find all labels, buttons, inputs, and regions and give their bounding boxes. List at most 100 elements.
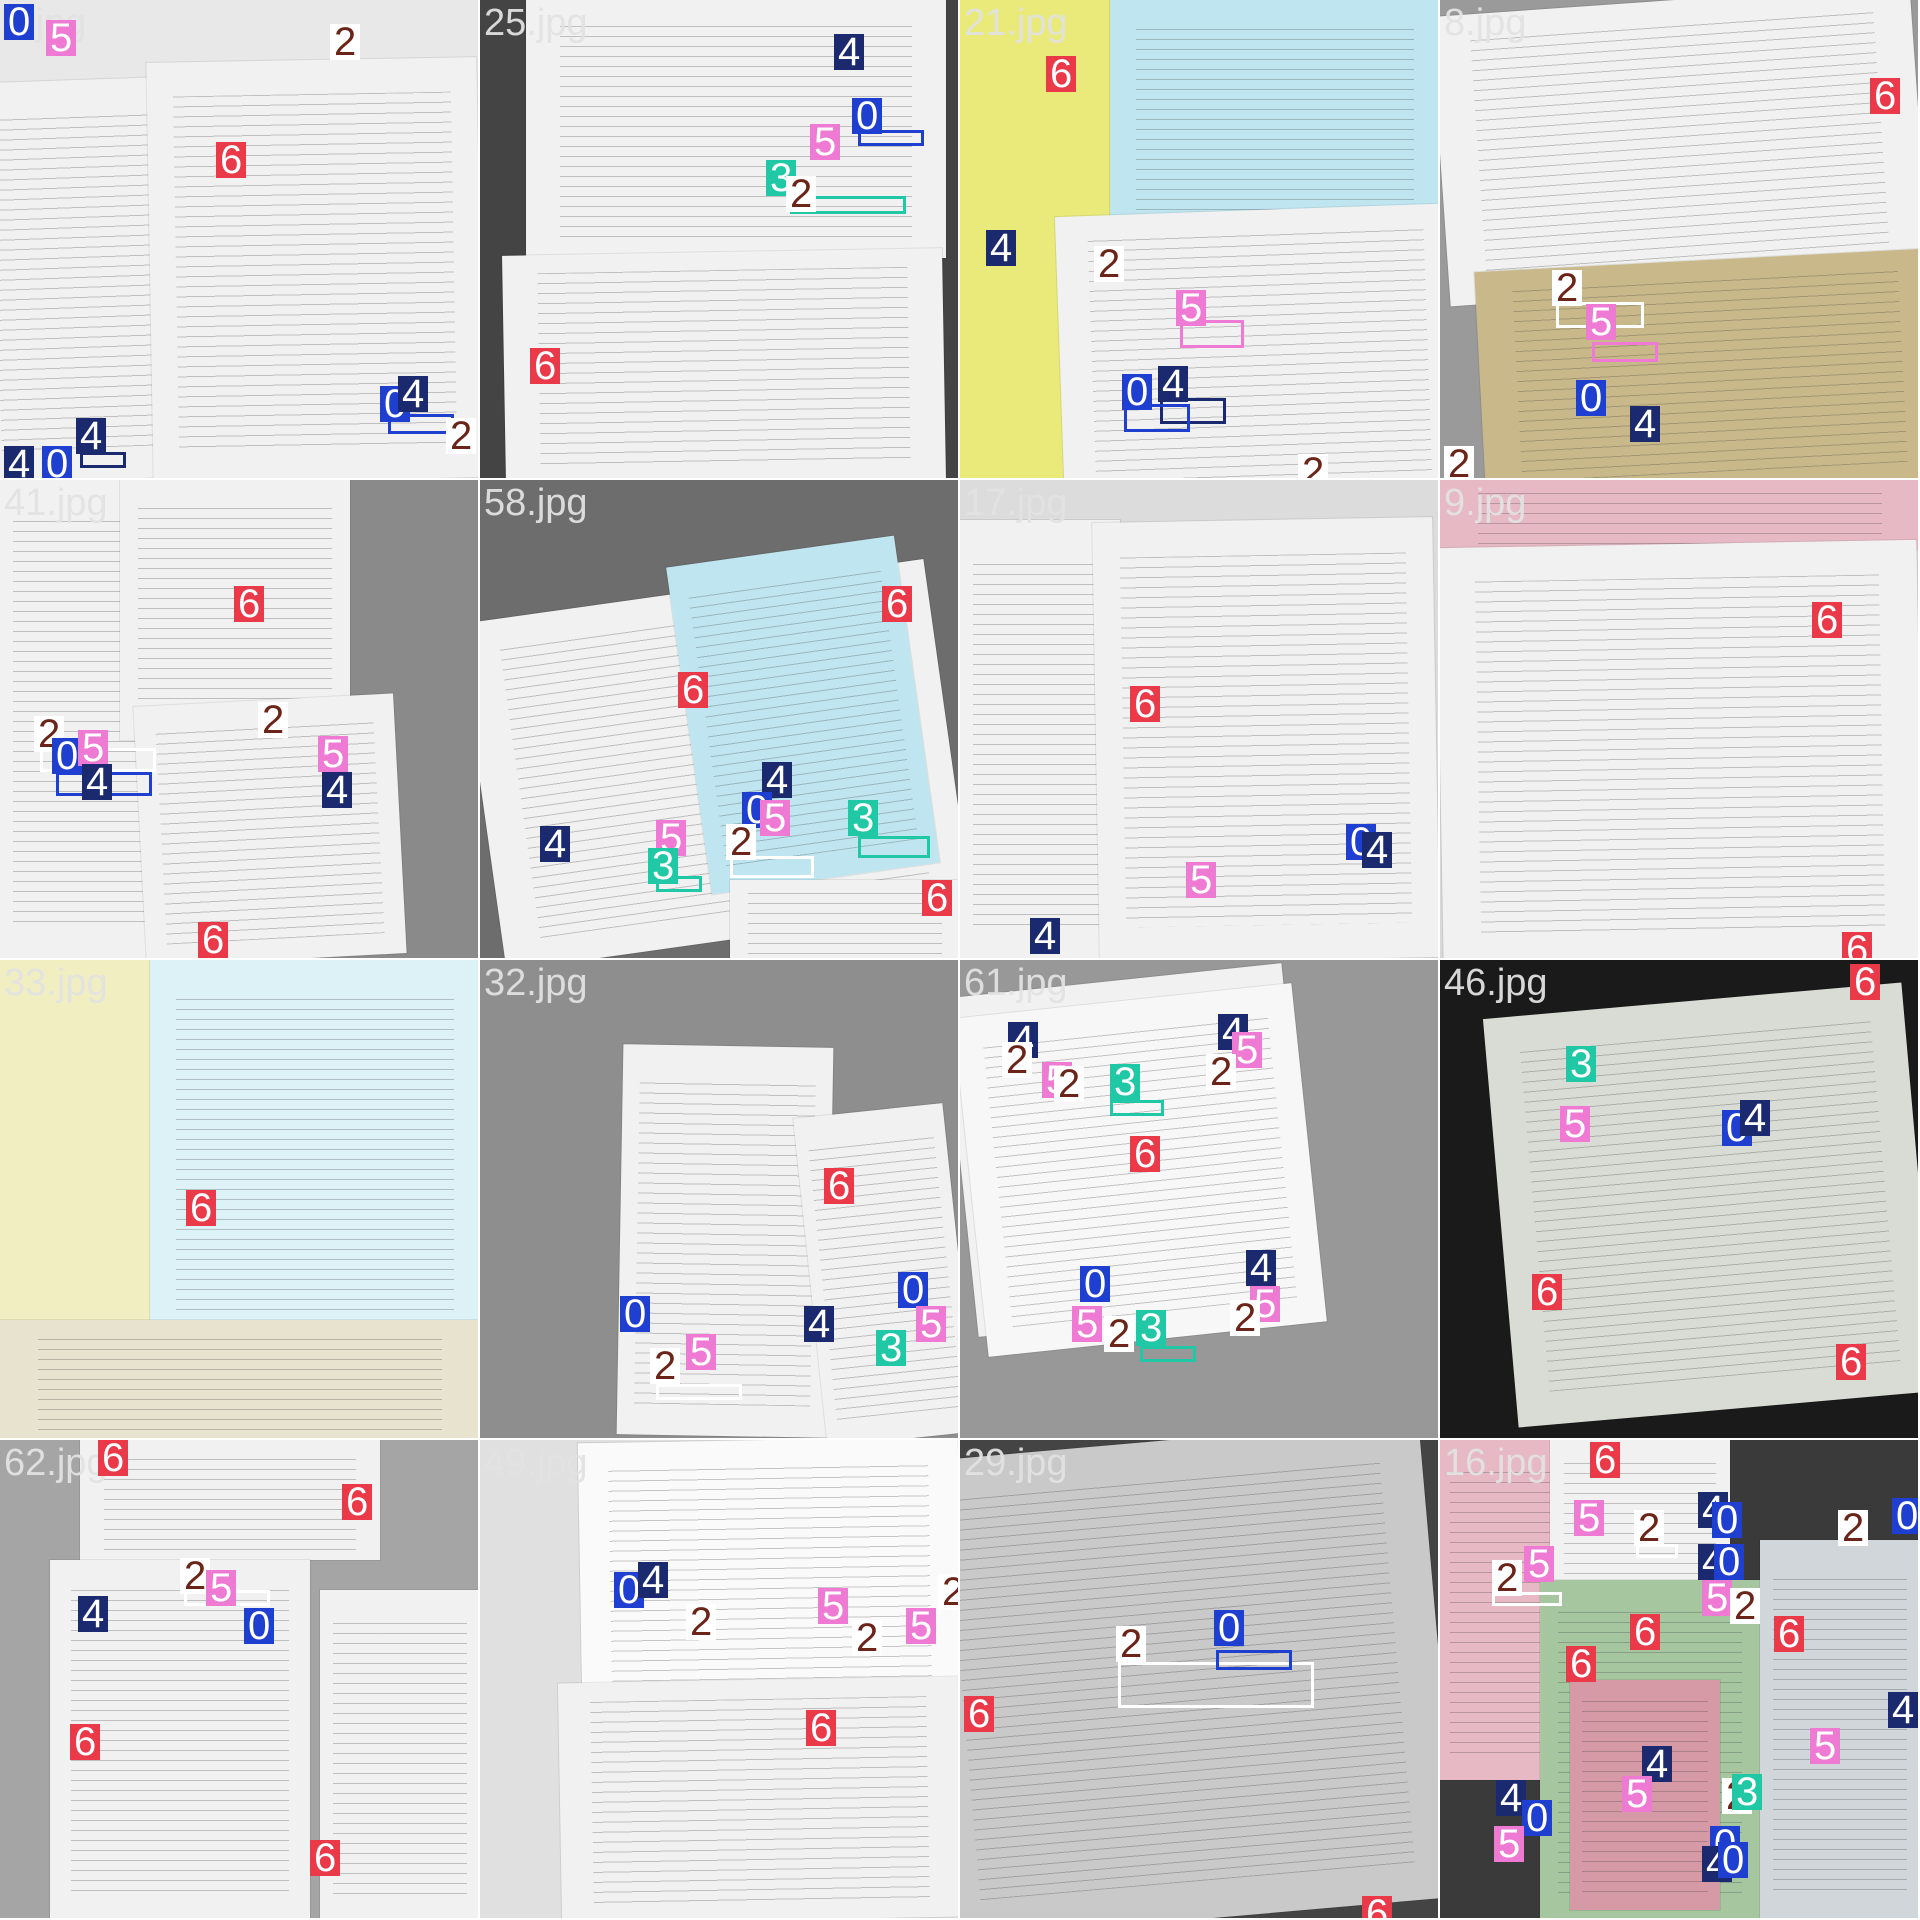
detection-label: 5 <box>906 1606 937 1646</box>
detection-label: 4 <box>1888 1690 1918 1730</box>
mosaic-tile: 62.jpg 6 6 2 5 4 0 6 6 <box>0 1440 478 1918</box>
detection-label: 3 <box>876 1328 907 1368</box>
detection-label: 0 <box>1214 1608 1245 1648</box>
detection-label: 6 <box>98 1440 129 1478</box>
mosaic-tile: 16.jpg 6 5 2 4 0 2 0 4 0 2 5 5 6 2 6 6 4… <box>1440 1440 1918 1918</box>
detection-label: 0 <box>620 1294 651 1334</box>
detection-label: 3 <box>1110 1062 1141 1102</box>
detection-label: 6 <box>922 878 953 918</box>
mosaic-tile: 17.jpg 6 0 4 5 4 <box>960 480 1438 958</box>
mosaic-tile: 32.jpg 6 0 4 0 2 5 5 3 <box>480 960 958 1438</box>
mosaic-tile: 8.jpg 6 2 5 0 4 2 <box>1440 0 1918 478</box>
detection-label: 2 <box>1552 268 1583 308</box>
detection-label: 4 <box>76 416 107 456</box>
detection-label: 2 <box>1634 1508 1665 1548</box>
detection-label: 6 <box>530 346 561 386</box>
detection-label: 6 <box>1836 1342 1867 1382</box>
detection-label: 4 <box>1158 364 1189 404</box>
detection-label: 5 <box>206 1568 237 1608</box>
detection-label: 5 <box>810 122 841 162</box>
detection-label: 6 <box>198 920 229 958</box>
detection-label: 5 <box>818 1586 849 1626</box>
detection-label: 2 <box>686 1602 717 1642</box>
document-image <box>1092 517 1438 958</box>
tile-filename: 46.jpg <box>1444 962 1548 1004</box>
document-image <box>502 248 946 478</box>
tile-filename: 33.jpg <box>4 962 108 1004</box>
mosaic-tile: 33.jpg 6 <box>0 960 478 1438</box>
detection-label: 2 <box>1230 1298 1261 1338</box>
detection-label: 2 <box>786 174 817 214</box>
detection-label: 6 <box>1812 600 1843 640</box>
mosaic-tile: 9.jpg 6 6 <box>1440 480 1918 958</box>
detection-label: 0 <box>244 1606 275 1646</box>
detection-label: 4 <box>398 374 429 414</box>
mosaic-tile: 21.jpg 6 4 2 5 0 4 2 <box>960 0 1438 478</box>
tile-filename: 9.jpg <box>1444 482 1527 524</box>
detection-label: 4 <box>1246 1248 1277 1288</box>
detection-label: 6 <box>1850 962 1881 1002</box>
detection-label: 6 <box>1566 1644 1597 1684</box>
detection-label: 2 <box>938 1572 958 1612</box>
detection-label: 0 <box>1712 1500 1743 1540</box>
detection-label: 4 <box>4 444 35 478</box>
detection-label: 2 <box>258 700 289 740</box>
detection-label: 4 <box>78 1594 109 1634</box>
detection-label: 0 <box>1714 1542 1745 1582</box>
detection-label: 2 <box>1116 1624 1147 1664</box>
detection-label: 2 <box>1002 1040 1033 1080</box>
document-image <box>150 960 478 1340</box>
detection-label: 4 <box>986 228 1017 268</box>
mosaic-tile: 5.jpg 0 5 2 6 0 4 2 4 0 4 <box>0 0 478 478</box>
detection-label: 0 <box>4 2 35 42</box>
detection-label: 5 <box>760 798 791 838</box>
detection-label: 0 <box>42 444 73 478</box>
detection-box <box>1592 342 1658 362</box>
detection-label: 4 <box>1740 1098 1771 1138</box>
detection-label: 5 <box>1176 288 1207 328</box>
tile-filename: 41.jpg <box>4 482 108 524</box>
detection-label: 4 <box>1362 830 1393 870</box>
detection-label: 5 <box>1494 1824 1525 1864</box>
detection-label: 5 <box>318 734 349 774</box>
detection-label: 3 <box>1732 1772 1763 1812</box>
detection-label: 5 <box>1232 1030 1263 1070</box>
detection-label: 2 <box>726 822 757 862</box>
tile-filename: 62.jpg <box>4 1442 108 1484</box>
detection-label: 2 <box>1492 1558 1523 1598</box>
detection-label: 6 <box>216 140 247 180</box>
detection-label: 5 <box>1574 1498 1605 1538</box>
tile-filename: 16.jpg <box>1444 1442 1548 1484</box>
detection-label: 0 <box>852 96 883 136</box>
detection-label: 6 <box>882 584 913 624</box>
detection-label: 6 <box>70 1722 101 1762</box>
detection-label: 2 <box>446 416 477 456</box>
detection-label: 2 <box>1094 244 1125 284</box>
document-image <box>526 0 946 258</box>
detection-label: 2 <box>650 1346 681 1386</box>
detection-label: 5 <box>1072 1304 1103 1344</box>
detection-label: 2 <box>1838 1508 1869 1548</box>
detection-label: 2 <box>852 1618 883 1658</box>
detection-label: 5 <box>1560 1104 1591 1144</box>
detection-label: 0 <box>1718 1840 1749 1880</box>
detection-label: 4 <box>1630 404 1661 444</box>
detection-label: 6 <box>678 670 709 710</box>
detection-label: 4 <box>1030 916 1061 956</box>
detection-label: 5 <box>1702 1578 1733 1618</box>
detection-label: 3 <box>648 846 679 886</box>
mosaic-tile: 25.jpg 4 0 5 3 2 6 <box>480 0 958 478</box>
tile-filename: 8.jpg <box>1444 2 1527 44</box>
detection-label: 6 <box>1130 684 1161 724</box>
detection-label: 6 <box>806 1708 837 1748</box>
detection-label: 6 <box>1870 76 1901 116</box>
detection-label: 2 <box>1444 444 1475 478</box>
tile-filename: 49.jpg <box>484 1442 588 1484</box>
tile-filename: 21.jpg <box>964 2 1068 44</box>
detection-label: 0 <box>1892 1496 1918 1536</box>
detection-label: 6 <box>964 1694 995 1734</box>
document-image <box>0 1320 478 1438</box>
detection-label: 5 <box>1524 1544 1555 1584</box>
tile-filename: 25.jpg <box>484 2 588 44</box>
detection-label: 6 <box>824 1166 855 1206</box>
